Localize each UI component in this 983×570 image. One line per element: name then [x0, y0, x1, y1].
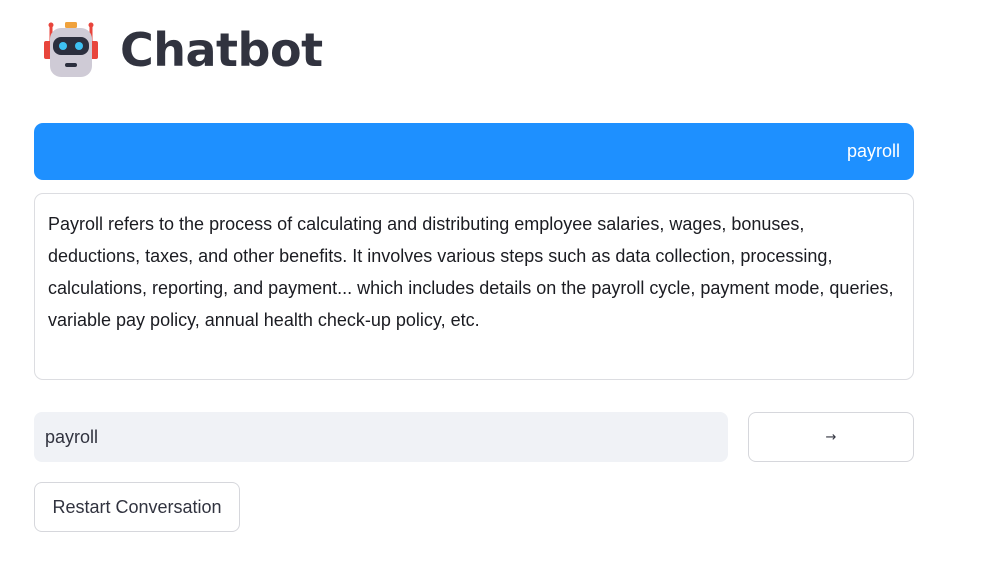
send-button[interactable]: → [748, 412, 914, 462]
page-title: Chatbot [120, 23, 323, 77]
robot-icon [44, 22, 98, 77]
assistant-message-text: Payroll refers to the process of calcula… [48, 214, 894, 330]
user-message: payroll [34, 123, 914, 180]
arrow-right-icon: → [825, 429, 837, 445]
chat-input[interactable] [34, 412, 728, 462]
user-message-text: payroll [846, 141, 900, 161]
app-header: Chatbot [40, 18, 323, 82]
restart-conversation-button[interactable]: Restart Conversation [34, 482, 240, 532]
assistant-message: Payroll refers to the process of calcula… [34, 193, 914, 380]
